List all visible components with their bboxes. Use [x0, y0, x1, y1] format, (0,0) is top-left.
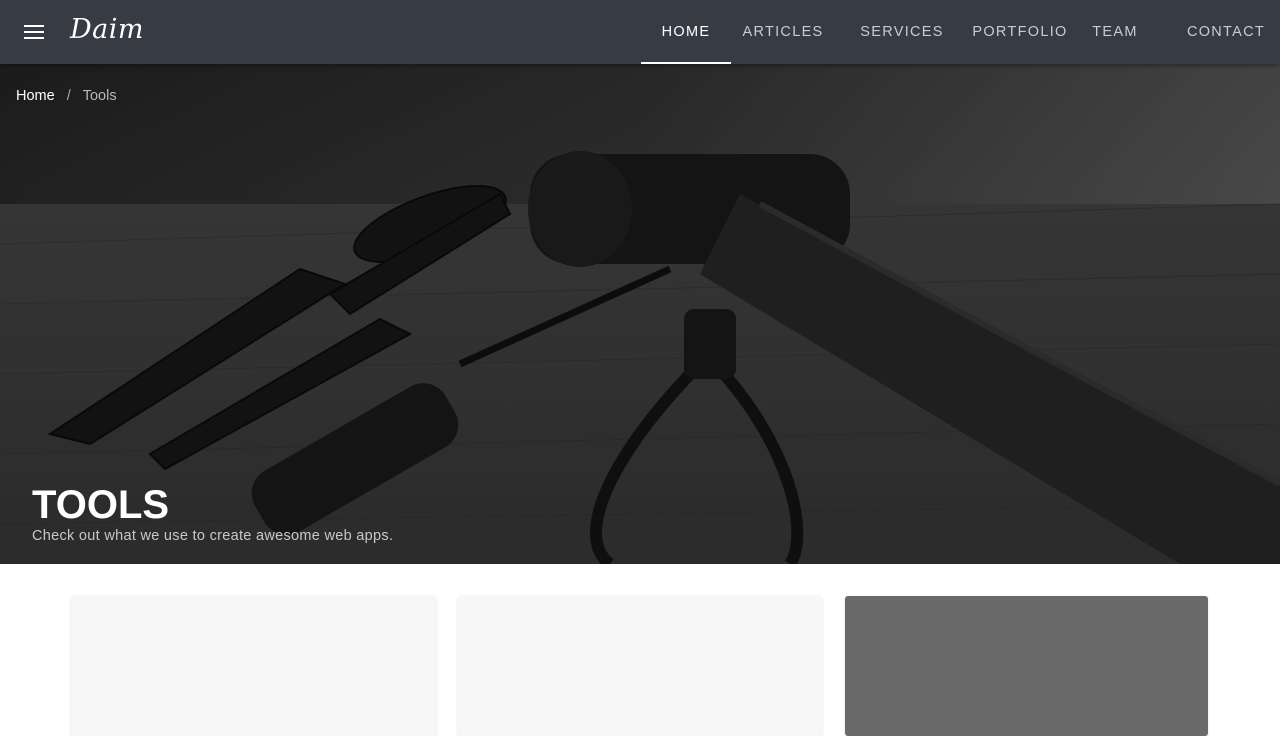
breadcrumb-home-link[interactable]: Home: [16, 88, 55, 104]
hero-overlay: [0, 64, 1280, 564]
nav-team[interactable]: TEAM: [1085, 0, 1145, 64]
tool-card-2[interactable]: [458, 596, 822, 736]
nav-home[interactable]: HOME: [641, 0, 731, 64]
nav-services[interactable]: SERVICES: [852, 0, 952, 64]
main-nav: HOME ARTICLES SERVICES PORTFOLIO TEAM CO…: [0, 0, 1280, 64]
breadcrumb-separator: /: [66, 88, 71, 104]
hero-banner: Home / Tools TOOLS Check out what we use…: [0, 64, 1280, 564]
page-title: TOOLS: [32, 483, 170, 527]
nav-portfolio[interactable]: PORTFOLIO: [966, 0, 1074, 64]
nav-contact[interactable]: CONTACT: [1184, 0, 1268, 64]
breadcrumb: Home / Tools: [16, 88, 117, 104]
page-subtitle: Check out what we use to create awesome …: [32, 528, 394, 544]
tool-card-3[interactable]: [845, 596, 1208, 736]
tool-card-1[interactable]: [71, 596, 436, 736]
nav-articles[interactable]: ARTICLES: [736, 0, 830, 64]
top-navbar: Daim HOME ARTICLES SERVICES PORTFOLIO TE…: [0, 0, 1280, 64]
breadcrumb-current: Tools: [82, 88, 117, 104]
